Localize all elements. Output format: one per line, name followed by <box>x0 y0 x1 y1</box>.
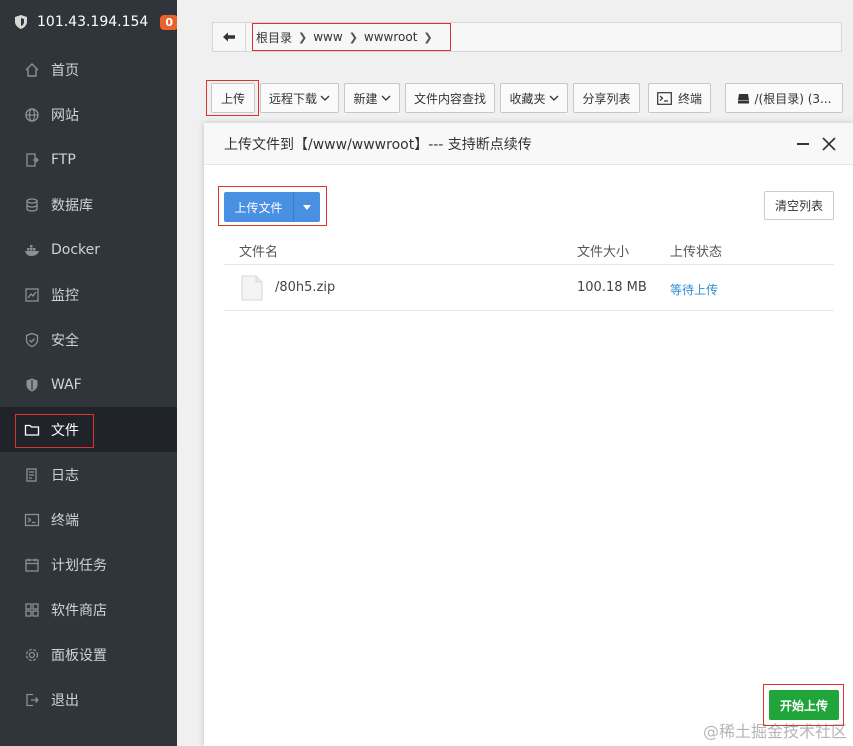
column-header-size: 文件大小 <box>577 245 630 260</box>
table-row: /80h5.zip 100.18 MB 等待上传 <box>224 265 834 311</box>
favorites-button[interactable]: 收藏夹 <box>500 83 568 113</box>
file-icon <box>241 275 263 301</box>
chevron-down-icon <box>320 95 330 101</box>
breadcrumb: 根目录 ❯ www ❯ wwwroot ❯ <box>252 23 451 51</box>
logout-icon <box>24 692 40 708</box>
sidebar-item-label: 首页 <box>51 62 79 79</box>
disk-icon <box>737 93 749 103</box>
content-search-button[interactable]: 文件内容查找 <box>405 83 495 113</box>
new-label: 新建 <box>353 91 378 106</box>
dialog-header: 上传文件到【/www/wwwroot】--- 支持断点续传 <box>204 123 853 165</box>
arrow-left-icon <box>222 32 235 42</box>
new-button[interactable]: 新建 <box>344 83 400 113</box>
upload-files-group: 上传文件 <box>224 192 320 222</box>
sidebar-item-monitor[interactable]: 监控 <box>0 272 177 317</box>
clear-list-button[interactable]: 清空列表 <box>764 191 834 220</box>
notification-badge[interactable]: 0 <box>160 14 178 30</box>
highlight-frame <box>15 414 94 448</box>
dialog-title: 上传文件到【/www/wwwroot】--- 支持断点续传 <box>224 136 532 153</box>
sidebar-item-logout[interactable]: 退出 <box>0 677 177 722</box>
calendar-icon <box>24 557 40 573</box>
caret-down-icon <box>303 204 311 210</box>
sidebar-item-docker[interactable]: Docker <box>0 227 177 272</box>
sidebar-item-label: FTP <box>51 151 76 168</box>
disk-button[interactable]: /(根目录) (3... <box>725 83 843 113</box>
share-list-button[interactable]: 分享列表 <box>573 83 640 113</box>
close-icon[interactable] <box>821 136 837 152</box>
panel-logo-icon <box>13 14 29 30</box>
terminal-icon <box>24 512 40 528</box>
docker-icon <box>24 242 40 258</box>
sidebar-item-website[interactable]: 网站 <box>0 92 177 137</box>
breadcrumb-www[interactable]: www <box>313 30 342 44</box>
back-button[interactable] <box>212 22 246 52</box>
upload-files-button[interactable]: 上传文件 <box>224 192 294 222</box>
chevron-down-icon <box>549 95 558 101</box>
upload-options-dropdown[interactable] <box>294 192 320 222</box>
column-header-status: 上传状态 <box>670 245 723 260</box>
disk-label: /(根目录) (3... <box>754 91 832 106</box>
terminal-label: 终端 <box>677 91 702 106</box>
sidebar-item-store[interactable]: 软件商店 <box>0 587 177 632</box>
file-size: 100.18 MB <box>577 280 647 295</box>
monitor-icon <box>24 287 40 303</box>
file-table-header: 文件名 文件大小 上传状态 <box>224 233 834 265</box>
highlight-frame <box>206 80 259 116</box>
minimize-icon[interactable] <box>797 143 809 145</box>
remote-download-label: 远程下载 <box>268 91 317 106</box>
gear-icon <box>24 647 40 663</box>
start-upload-button[interactable]: 开始上传 <box>769 690 839 720</box>
log-icon <box>24 467 40 483</box>
sidebar-item-database[interactable]: 数据库 <box>0 182 177 227</box>
home-icon <box>24 62 40 78</box>
breadcrumb-root[interactable]: 根目录 <box>256 29 292 46</box>
breadcrumb-wwwroot[interactable]: wwwroot <box>364 30 418 44</box>
column-header-name: 文件名 <box>239 245 279 260</box>
sidebar-item-label: 计划任务 <box>51 557 107 574</box>
sidebar-item-label: 数据库 <box>51 197 93 214</box>
server-ip: 101.43.194.154 <box>37 14 149 30</box>
sidebar-item-label: 安全 <box>51 332 79 349</box>
server-brand: 101.43.194.154 0 <box>0 0 178 44</box>
upload-status: 等待上传 <box>670 283 719 297</box>
chevron-right-icon: ❯ <box>423 30 433 44</box>
sidebar-item-home[interactable]: 首页 <box>0 47 177 92</box>
globe-icon <box>24 107 40 123</box>
sidebar-item-label: 网站 <box>51 107 79 124</box>
sidebar-item-security[interactable]: 安全 <box>0 317 177 362</box>
chevron-down-icon <box>381 95 390 101</box>
shield-icon <box>24 332 40 348</box>
sidebar: 101.43.194.154 0 首页 网站 FTP 数据库 Docker 监控… <box>0 0 178 746</box>
sidebar-item-logs[interactable]: 日志 <box>0 452 177 497</box>
grid-icon <box>24 602 40 618</box>
remote-download-button[interactable]: 远程下载 <box>260 83 339 113</box>
sidebar-item-label: 监控 <box>51 287 79 304</box>
sidebar-item-settings[interactable]: 面板设置 <box>0 632 177 677</box>
ftp-icon <box>24 152 40 168</box>
sidebar-item-label: 日志 <box>51 467 79 484</box>
sidebar-item-ftp[interactable]: FTP <box>0 137 177 182</box>
favorites-label: 收藏夹 <box>509 91 546 106</box>
sidebar-item-cron[interactable]: 计划任务 <box>0 542 177 587</box>
sidebar-item-label: WAF <box>51 376 82 393</box>
terminal-button[interactable]: 终端 <box>648 83 711 113</box>
sidebar-item-terminal[interactable]: 终端 <box>0 497 177 542</box>
sidebar-item-label: 终端 <box>51 512 79 529</box>
chevron-right-icon: ❯ <box>348 30 358 44</box>
database-icon <box>24 197 40 213</box>
waf-icon <box>24 377 40 393</box>
file-name: /80h5.zip <box>275 280 336 295</box>
sidebar-item-waf[interactable]: WAF <box>0 362 177 407</box>
terminal-icon <box>657 91 672 105</box>
sidebar-item-label: 软件商店 <box>51 602 107 619</box>
chevron-right-icon: ❯ <box>298 30 308 44</box>
sidebar-item-label: Docker <box>51 241 101 258</box>
sidebar-item-label: 退出 <box>51 692 79 709</box>
watermark: @稀土掘金技术社区 <box>702 722 847 741</box>
upload-dialog: 上传文件到【/www/wwwroot】--- 支持断点续传 上传文件 清空列表 … <box>204 123 853 746</box>
sidebar-item-label: 面板设置 <box>51 647 107 664</box>
